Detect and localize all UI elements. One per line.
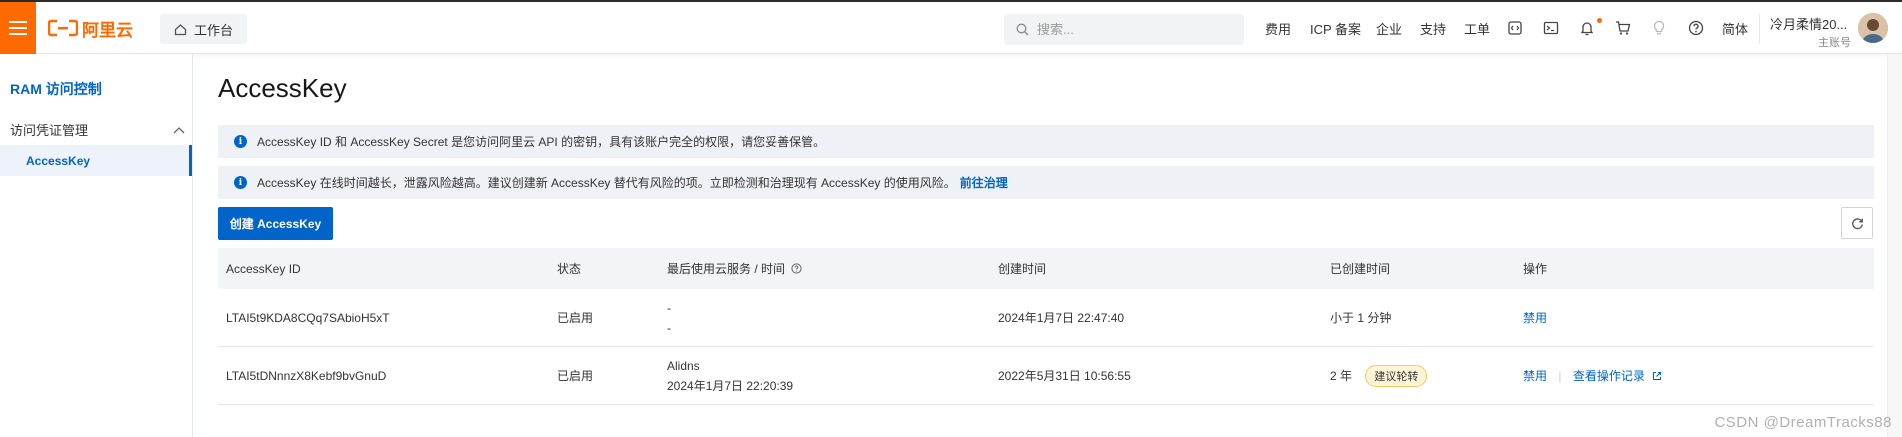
age-cell: 2 年 建议轮转 — [1330, 364, 1428, 387]
sidebar-title[interactable]: RAM 访问控制 — [10, 79, 102, 99]
hamburger-menu-icon[interactable] — [0, 2, 36, 54]
accesskey-id: LTAI5t9KDA8CQq7SAbioH5xT — [226, 310, 390, 325]
status-text: 已启用 — [557, 369, 594, 383]
refresh-icon — [1851, 217, 1863, 229]
search-icon — [1016, 23, 1029, 36]
workbench-label: 工作台 — [194, 22, 234, 38]
page-title: AccessKey — [218, 73, 347, 103]
last-used-cell: Alidns 2024年1月7日 22:20:39 — [667, 356, 793, 396]
nav-links-icp: ICP 备案 — [1310, 2, 1361, 54]
rotate-suggest-badge: 建议轮转 — [1365, 364, 1428, 387]
last-service: Alidns — [667, 358, 700, 373]
help-icon[interactable] — [1686, 18, 1706, 38]
language-switch[interactable]: 简体 — [1722, 19, 1748, 38]
table-row: LTAI5tDNnnzX8Kebf9bvGnuD 已启用 Alidns 2024… — [218, 347, 1874, 405]
info-alert-1: i AccessKey ID 和 AccessKey Secret 是您访问阿里… — [218, 125, 1874, 158]
table-row: LTAI5t9KDA8CQq7SAbioH5xT 已启用 - - 2024年1月… — [218, 289, 1874, 347]
help-circle-icon[interactable] — [791, 263, 802, 274]
sidebar-group-label: 访问凭证管理 — [10, 123, 89, 138]
top-navigation-bar: 阿里云 工作台 费用 ICP 备案 企业 支持 工单 简体 — [0, 0, 1902, 54]
avatar[interactable] — [1858, 13, 1888, 43]
disable-link[interactable]: 禁用 — [1523, 311, 1547, 325]
external-link-icon[interactable] — [1652, 371, 1662, 381]
lang-switch-wrap: 简体 — [1722, 2, 1748, 54]
nav-links-ticket: 工单 — [1464, 2, 1490, 54]
sidebar-item-accesskey[interactable]: AccessKey — [0, 145, 192, 176]
watermark: CSDN @DreamTracks88 — [1714, 414, 1892, 431]
info-alert-2: i AccessKey 在线时间越长，泄露风险越高。建议创建新 AccessKe… — [218, 166, 1874, 199]
table-header: AccessKey ID 状态 最后使用云服务 / 时间 创建时间 已创建时间 … — [218, 248, 1874, 289]
action-separator: | — [1558, 369, 1562, 383]
alert-text: AccessKey ID 和 AccessKey Secret 是您访问阿里云 … — [257, 135, 826, 149]
sidebar-item-label: AccessKey — [26, 153, 91, 168]
nav-links: 费用 — [1265, 2, 1291, 54]
actions-cell: 禁用 | 查看操作记录 — [1523, 367, 1662, 384]
nav-link-enterprise[interactable]: 企业 — [1376, 19, 1402, 38]
created-time: 2022年5月31日 10:56:55 — [998, 369, 1131, 383]
status-text: 已启用 — [557, 311, 594, 325]
nav-link-support[interactable]: 支持 — [1420, 19, 1446, 38]
nav-link-icp[interactable]: ICP 备案 — [1310, 19, 1361, 38]
nav-links-support: 支持 — [1420, 2, 1446, 54]
workbench-button[interactable]: 工作台 — [160, 14, 248, 44]
created-time: 2024年1月7日 22:47:40 — [998, 311, 1125, 325]
divider — [1759, 14, 1760, 44]
user-role: 主账号 — [1818, 37, 1851, 49]
nav-link-billing[interactable]: 费用 — [1265, 19, 1291, 38]
refresh-button[interactable] — [1841, 207, 1873, 239]
view-operation-log-link[interactable]: 查看操作记录 — [1573, 369, 1645, 383]
aliyun-logo[interactable]: 阿里云 — [48, 17, 133, 40]
col-header-actions: 操作 — [1523, 262, 1548, 276]
col-header-last-used-label: 最后使用云服务 / 时间 — [667, 262, 786, 276]
disable-link[interactable]: 禁用 — [1523, 369, 1547, 383]
info-icon: i — [234, 135, 247, 148]
nav-link-ticket[interactable]: 工单 — [1464, 19, 1490, 38]
govern-link[interactable]: 前往治理 — [960, 174, 1008, 191]
terminal-icon[interactable] — [1541, 18, 1561, 38]
chevron-up-icon — [173, 126, 185, 133]
code-settings-icon[interactable] — [1505, 18, 1525, 38]
home-icon — [174, 23, 187, 35]
page-scrollbar[interactable] — [1887, 54, 1902, 437]
accesskey-table: AccessKey ID 状态 最后使用云服务 / 时间 创建时间 已创建时间 … — [218, 248, 1874, 405]
last-time: - — [667, 320, 671, 335]
global-search[interactable] — [1004, 14, 1244, 45]
create-accesskey-button[interactable]: 创建 AccessKey — [218, 207, 333, 240]
age-text: 2 年 — [1330, 368, 1353, 383]
bell-icon[interactable] — [1577, 18, 1597, 38]
actions-cell: 禁用 — [1523, 309, 1547, 326]
sidebar: RAM 访问控制 访问凭证管理 AccessKey — [0, 54, 193, 437]
age-text: 小于 1 分钟 — [1330, 311, 1392, 325]
logo-text: 阿里云 — [82, 20, 133, 40]
info-icon: i — [234, 176, 247, 189]
sidebar-group-credentials[interactable]: 访问凭证管理 — [10, 120, 185, 139]
nav-links-enterprise: 企业 — [1376, 2, 1402, 54]
last-time: 2024年1月7日 22:20:39 — [667, 378, 794, 393]
accesskey-id: LTAI5tDNnnzX8Kebf9bvGnuD — [226, 368, 387, 383]
cart-icon[interactable] — [1613, 18, 1633, 38]
user-name[interactable]: 冷月柔情20... — [1770, 14, 1847, 33]
last-service: - — [667, 300, 671, 315]
col-header-id: AccessKey ID — [226, 261, 301, 276]
lightbulb-icon[interactable] — [1649, 18, 1669, 38]
col-header-last-used: 最后使用云服务 / 时间 — [667, 260, 802, 277]
col-header-age: 已创建时间 — [1330, 262, 1391, 276]
col-header-status: 状态 — [557, 262, 582, 276]
notification-dot — [1597, 18, 1602, 23]
alert-text: AccessKey 在线时间越长，泄露风险越高。建议创建新 AccessKey … — [257, 176, 956, 190]
search-input[interactable] — [1035, 21, 1229, 38]
col-header-created: 创建时间 — [998, 262, 1047, 276]
aliyun-logo-icon — [48, 19, 78, 37]
last-used-cell: - - — [667, 298, 671, 338]
